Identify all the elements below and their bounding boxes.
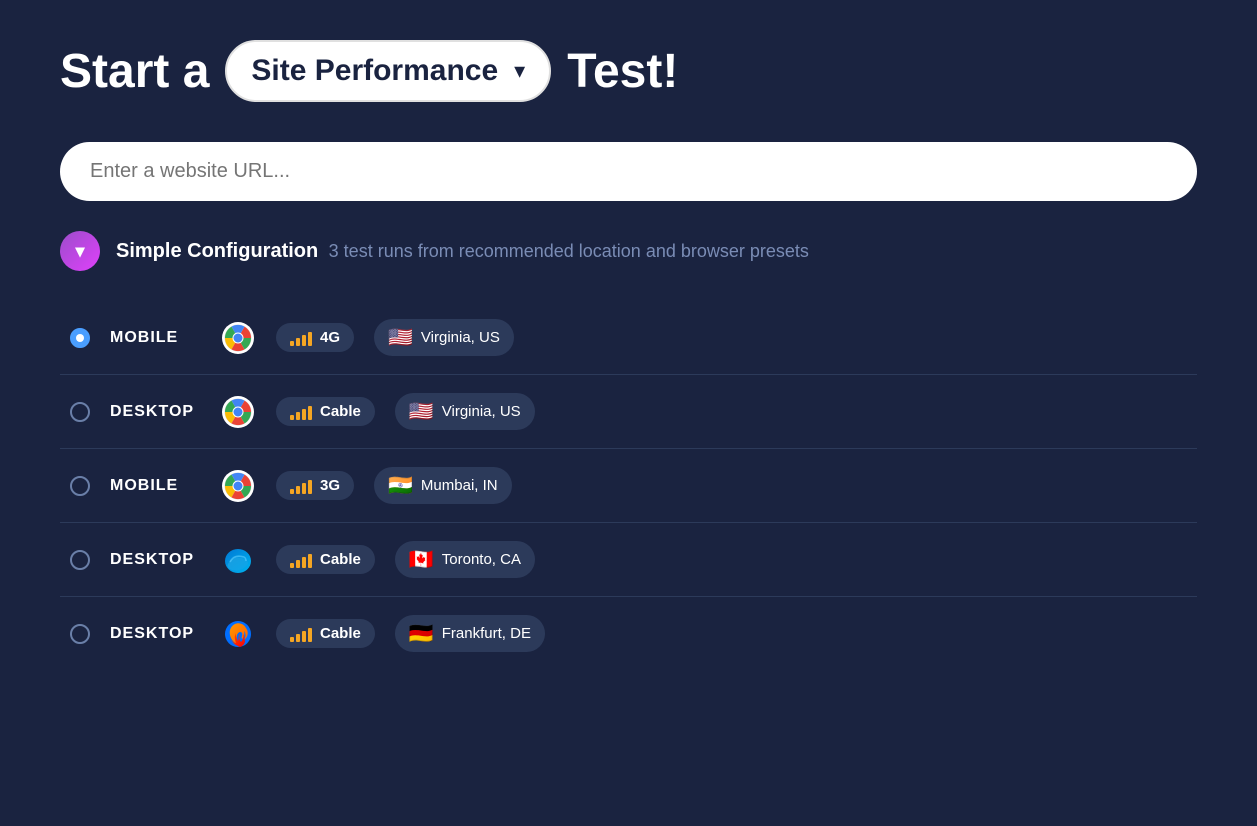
device-label-1: DESKTOP bbox=[110, 403, 200, 421]
browser-icon-0 bbox=[220, 320, 256, 356]
signal-bars-icon bbox=[290, 552, 312, 568]
dropdown-label: Site Performance bbox=[251, 54, 498, 88]
network-badge-3: Cable bbox=[276, 545, 375, 574]
location-label-4: Frankfurt, DE bbox=[442, 625, 531, 642]
config-toggle-button[interactable]: ▾ bbox=[60, 231, 100, 271]
test-row: DESKTOP bbox=[60, 597, 1197, 670]
signal-bars-icon bbox=[290, 478, 312, 494]
end-label: Test! bbox=[567, 44, 678, 99]
row-radio-1[interactable] bbox=[70, 402, 90, 422]
location-badge-2: 🇮🇳 Mumbai, IN bbox=[374, 467, 512, 504]
device-label-3: DESKTOP bbox=[110, 551, 200, 569]
test-type-dropdown[interactable]: Site Performance ▾ bbox=[225, 40, 551, 102]
device-label-2: MOBILE bbox=[110, 477, 200, 495]
network-badge-4: Cable bbox=[276, 619, 375, 648]
chevron-down-icon: ▾ bbox=[75, 241, 84, 262]
row-radio-4[interactable] bbox=[70, 624, 90, 644]
test-row: MOBILE bbox=[60, 301, 1197, 375]
network-badge-2: 3G bbox=[276, 471, 354, 500]
config-text: Simple Configuration 3 test runs from re… bbox=[116, 240, 809, 263]
signal-bars-icon bbox=[290, 330, 312, 346]
location-badge-3: 🇨🇦 Toronto, CA bbox=[395, 541, 535, 578]
network-label-4: Cable bbox=[320, 625, 361, 642]
location-badge-0: 🇺🇸 Virginia, US bbox=[374, 319, 514, 356]
config-header: ▾ Simple Configuration 3 test runs from … bbox=[60, 231, 1197, 271]
chevron-down-icon: ▾ bbox=[514, 58, 525, 84]
flag-2: 🇮🇳 bbox=[388, 473, 413, 498]
flag-0: 🇺🇸 bbox=[388, 325, 413, 350]
device-label-0: MOBILE bbox=[110, 329, 200, 347]
test-rows-container: MOBILE bbox=[60, 301, 1197, 670]
row-radio-3[interactable] bbox=[70, 550, 90, 570]
network-label-0: 4G bbox=[320, 329, 340, 346]
network-label-3: Cable bbox=[320, 551, 361, 568]
network-badge-0: 4G bbox=[276, 323, 354, 352]
url-input-wrapper[interactable] bbox=[60, 142, 1197, 201]
location-label-0: Virginia, US bbox=[421, 329, 500, 346]
network-label-2: 3G bbox=[320, 477, 340, 494]
location-label-2: Mumbai, IN bbox=[421, 477, 498, 494]
flag-4: 🇩🇪 bbox=[409, 621, 434, 646]
location-badge-1: 🇺🇸 Virginia, US bbox=[395, 393, 535, 430]
page-header: Start a Site Performance ▾ Test! bbox=[60, 40, 1197, 102]
config-title: Simple Configuration bbox=[116, 240, 318, 262]
browser-icon-1 bbox=[220, 394, 256, 430]
flag-3: 🇨🇦 bbox=[409, 547, 434, 572]
row-radio-2[interactable] bbox=[70, 476, 90, 496]
start-label: Start a bbox=[60, 44, 209, 99]
device-label-4: DESKTOP bbox=[110, 625, 200, 643]
test-row: MOBILE bbox=[60, 449, 1197, 523]
signal-bars-icon bbox=[290, 404, 312, 420]
row-radio-0[interactable] bbox=[70, 328, 90, 348]
browser-icon-2 bbox=[220, 468, 256, 504]
signal-bars-icon bbox=[290, 626, 312, 642]
config-subtitle: 3 test runs from recommended location an… bbox=[329, 241, 809, 261]
test-row: DESKTOP bbox=[60, 523, 1197, 597]
location-label-3: Toronto, CA bbox=[442, 551, 521, 568]
browser-icon-4 bbox=[220, 616, 256, 652]
url-input[interactable] bbox=[90, 160, 1167, 183]
test-row: DESKTOP bbox=[60, 375, 1197, 449]
network-badge-1: Cable bbox=[276, 397, 375, 426]
main-container: Start a Site Performance ▾ Test! ▾ Simpl… bbox=[60, 40, 1197, 670]
location-label-1: Virginia, US bbox=[442, 403, 521, 420]
location-badge-4: 🇩🇪 Frankfurt, DE bbox=[395, 615, 545, 652]
flag-1: 🇺🇸 bbox=[409, 399, 434, 424]
browser-icon-3 bbox=[220, 542, 256, 578]
network-label-1: Cable bbox=[320, 403, 361, 420]
